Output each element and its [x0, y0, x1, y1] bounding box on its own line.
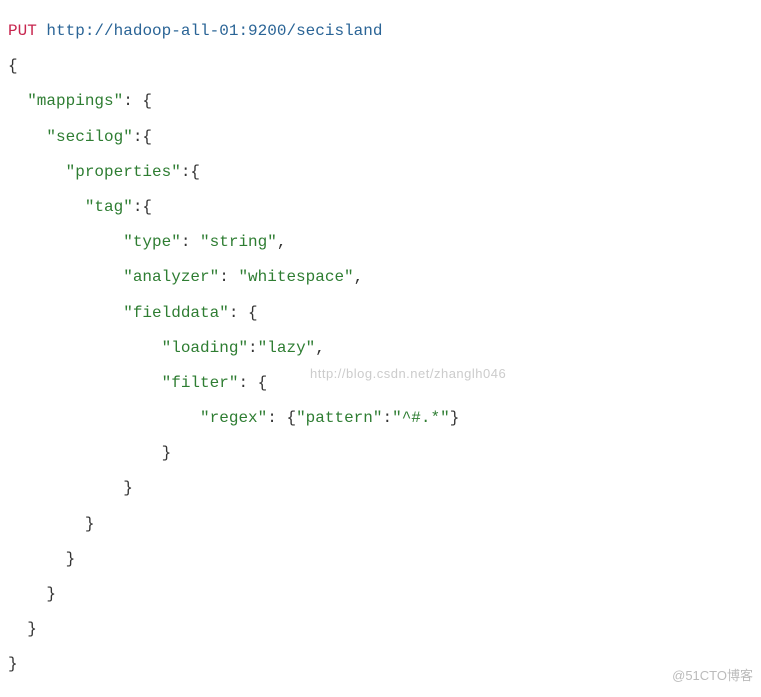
code-line: }	[8, 507, 753, 542]
code-line: "analyzer": "whitespace",	[8, 260, 753, 295]
code-line: "type": "string",	[8, 225, 753, 260]
code-line: "mappings": {	[8, 84, 753, 119]
code-block: PUT http://hadoop-all-01:9200/secisland …	[8, 14, 753, 683]
code-line: "fielddata": {	[8, 296, 753, 331]
code-line: }	[8, 612, 753, 647]
code-line: }	[8, 436, 753, 471]
code-line: "loading":"lazy",	[8, 331, 753, 366]
code-line: "properties":{	[8, 155, 753, 190]
code-line: "regex": {"pattern":"^#.*"}	[8, 401, 753, 436]
code-line: "tag":{	[8, 190, 753, 225]
http-url: http://hadoop-all-01:9200/secisland	[46, 22, 382, 40]
code-line: }	[8, 471, 753, 506]
code-line: }	[8, 577, 753, 612]
http-method: PUT	[8, 22, 37, 40]
code-line: {	[8, 49, 753, 84]
request-line: PUT http://hadoop-all-01:9200/secisland	[8, 14, 753, 49]
code-line: "filter": {	[8, 366, 753, 401]
code-line: }	[8, 542, 753, 577]
code-line: }	[8, 647, 753, 682]
code-line: "secilog":{	[8, 120, 753, 155]
